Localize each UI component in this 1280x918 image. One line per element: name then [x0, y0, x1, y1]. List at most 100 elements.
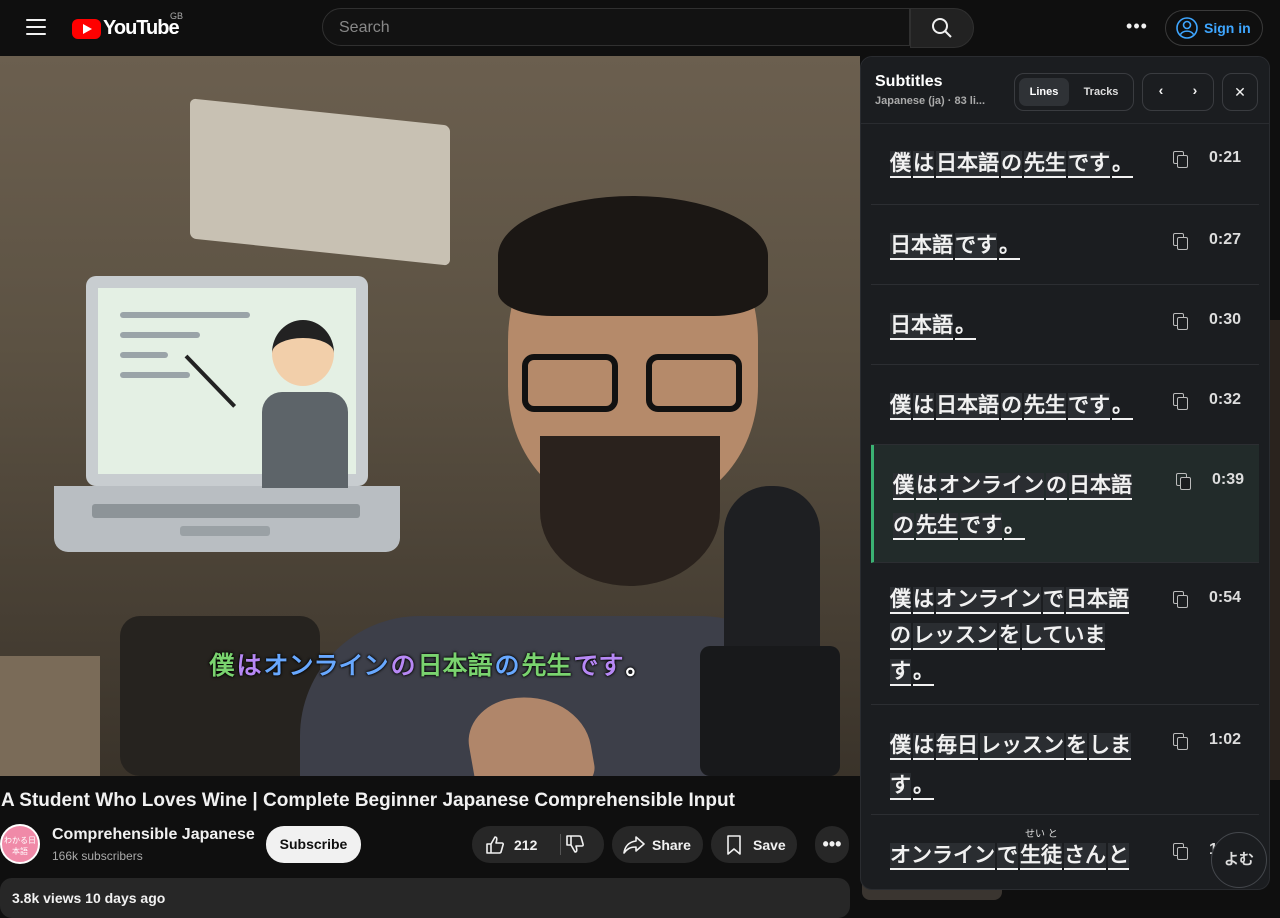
search-input[interactable] — [323, 9, 901, 47]
chevron-right-icon[interactable]: › — [1183, 82, 1207, 102]
youtube-logo[interactable]: YouTube GB — [72, 11, 183, 40]
subtitle-cue[interactable]: 日本語です。 0:27 — [871, 205, 1259, 285]
cue-timestamp[interactable]: 0:54 — [1209, 589, 1241, 607]
dislike-button[interactable] — [564, 833, 586, 858]
cue-word[interactable]: 毎日 — [936, 733, 978, 760]
video-player[interactable]: 僕はオンラインの日本語の先生です。 — [0, 56, 860, 776]
like-button[interactable]: 212 — [472, 834, 537, 856]
subtitle-cue[interactable]: 日本語。 0:30 — [871, 285, 1259, 365]
copy-icon[interactable] — [1173, 591, 1188, 608]
more-actions-button[interactable]: ••• — [815, 826, 849, 863]
yomu-button[interactable]: よむ — [1211, 832, 1267, 888]
cue-word[interactable]: 。 — [1004, 513, 1025, 540]
cue-word[interactable]: していま — [1022, 623, 1106, 650]
cue-word[interactable]: 日本語 — [1066, 587, 1129, 614]
cue-word[interactable]: 先生 — [916, 513, 958, 540]
cue-word[interactable]: 。 — [1112, 151, 1133, 178]
cue-word[interactable]: 日本語 — [936, 151, 999, 178]
cue-word[interactable]: す — [890, 773, 911, 800]
cue-word[interactable]: は — [913, 587, 934, 614]
more-options-button[interactable]: ••• — [1124, 16, 1150, 40]
cue-timestamp[interactable]: 0:30 — [1209, 311, 1241, 329]
channel-name[interactable]: Comprehensible Japanese — [52, 826, 255, 844]
cue-word[interactable]: の — [890, 623, 911, 650]
cue-word[interactable]: 日本語 — [890, 313, 953, 340]
cue-word[interactable]: の — [1001, 151, 1022, 178]
sign-in-label: Sign in — [1204, 20, 1251, 36]
copy-icon[interactable] — [1173, 843, 1188, 860]
cue-word[interactable]: です — [1068, 151, 1110, 178]
cue-word[interactable]: 。 — [1112, 393, 1133, 420]
subtitle-cue[interactable]: オンラインで生徒さんと1:10せい と — [871, 815, 1259, 889]
subtitle-cue[interactable]: 僕は日本語の先生です。 0:21 — [871, 123, 1259, 205]
cue-word[interactable]: さん — [1064, 843, 1106, 870]
cue-word[interactable]: 生徒 — [1020, 843, 1062, 870]
cue-word[interactable]: レッスン — [980, 733, 1064, 760]
tab-tracks[interactable]: Tracks — [1073, 78, 1129, 106]
cue-word[interactable]: 日本語 — [936, 393, 999, 420]
cue-word[interactable]: 僕 — [890, 393, 911, 420]
description-box[interactable]: 3.8k views 10 days ago — [0, 878, 850, 918]
cue-word[interactable]: 。 — [999, 233, 1020, 260]
cue-word[interactable]: です — [955, 233, 997, 260]
cue-word[interactable]: オンライン — [890, 843, 995, 870]
cue-word[interactable]: 。 — [955, 313, 976, 340]
subtitle-cue[interactable]: 僕は日本語の先生です。 0:32 — [871, 365, 1259, 445]
cue-word[interactable]: 日本語 — [890, 233, 953, 260]
cue-word[interactable]: は — [913, 733, 934, 760]
subtitle-cue[interactable]: 僕はオンラインの日本語の先生です。 0:39 — [871, 445, 1259, 563]
cue-timestamp[interactable]: 0:27 — [1209, 231, 1241, 249]
close-icon[interactable]: ✕ — [1222, 73, 1258, 111]
cue-word[interactable]: 。 — [913, 659, 934, 686]
subtitle-cue[interactable]: 僕はオンラインで日本語のレッスンをしています。 0:54 — [871, 563, 1259, 705]
cue-word[interactable]: と — [1108, 843, 1129, 870]
save-button[interactable]: Save — [711, 826, 797, 863]
cue-word[interactable]: オンライン — [939, 473, 1044, 500]
cue-word[interactable]: 僕 — [890, 151, 911, 178]
panel-title: Subtitles — [875, 73, 943, 90]
tab-lines[interactable]: Lines — [1019, 78, 1069, 106]
subscribe-button[interactable]: Subscribe — [266, 826, 361, 863]
cue-timestamp[interactable]: 0:21 — [1209, 149, 1241, 167]
cue-word[interactable]: 僕 — [890, 733, 911, 760]
copy-icon[interactable] — [1173, 313, 1188, 330]
cue-word[interactable]: す — [890, 659, 911, 686]
copy-icon[interactable] — [1173, 733, 1188, 750]
cue-word[interactable]: 日本語 — [1069, 473, 1132, 500]
cue-timestamp[interactable]: 0:32 — [1209, 391, 1241, 409]
cue-word[interactable]: の — [893, 513, 914, 540]
cue-word[interactable]: オンライン — [936, 587, 1041, 614]
cue-word[interactable]: 。 — [913, 773, 934, 800]
cue-timestamp[interactable]: 0:39 — [1212, 471, 1244, 489]
copy-icon[interactable] — [1173, 151, 1188, 168]
cue-word[interactable]: は — [913, 393, 934, 420]
copy-icon[interactable] — [1173, 393, 1188, 410]
cue-word[interactable]: 僕 — [893, 473, 914, 500]
cue-word[interactable]: 先生 — [1024, 151, 1066, 178]
cue-word[interactable]: の — [1001, 393, 1022, 420]
cue-word[interactable]: で — [997, 843, 1018, 870]
cue-word[interactable]: しま — [1089, 733, 1131, 760]
share-button[interactable]: Share — [612, 826, 703, 863]
cue-word[interactable]: 僕 — [890, 587, 911, 614]
search-button[interactable] — [910, 8, 974, 48]
channel-avatar[interactable]: わかる日本語 — [0, 824, 40, 864]
sign-in-button[interactable]: Sign in — [1165, 10, 1263, 46]
cue-word[interactable]: は — [913, 151, 934, 178]
chevron-left-icon[interactable]: ‹ — [1149, 82, 1173, 102]
menu-icon[interactable] — [26, 19, 46, 37]
cue-word[interactable]: は — [916, 473, 937, 500]
cue-word[interactable]: を — [1066, 733, 1087, 760]
cue-word[interactable]: の — [1046, 473, 1067, 500]
copy-icon[interactable] — [1173, 233, 1188, 250]
cue-timestamp[interactable]: 1:02 — [1209, 731, 1241, 749]
copy-icon[interactable] — [1176, 473, 1191, 490]
cue-word[interactable]: を — [999, 623, 1020, 650]
cue-word[interactable]: です — [960, 513, 1002, 540]
share-label: Share — [652, 836, 691, 853]
cue-word[interactable]: レッスン — [913, 623, 997, 650]
cue-word[interactable]: です — [1068, 393, 1110, 420]
subtitle-cue[interactable]: 僕は毎日レッスンをします。 1:02 — [871, 705, 1259, 815]
cue-word[interactable]: 先生 — [1024, 393, 1066, 420]
cue-word[interactable]: で — [1043, 587, 1064, 614]
